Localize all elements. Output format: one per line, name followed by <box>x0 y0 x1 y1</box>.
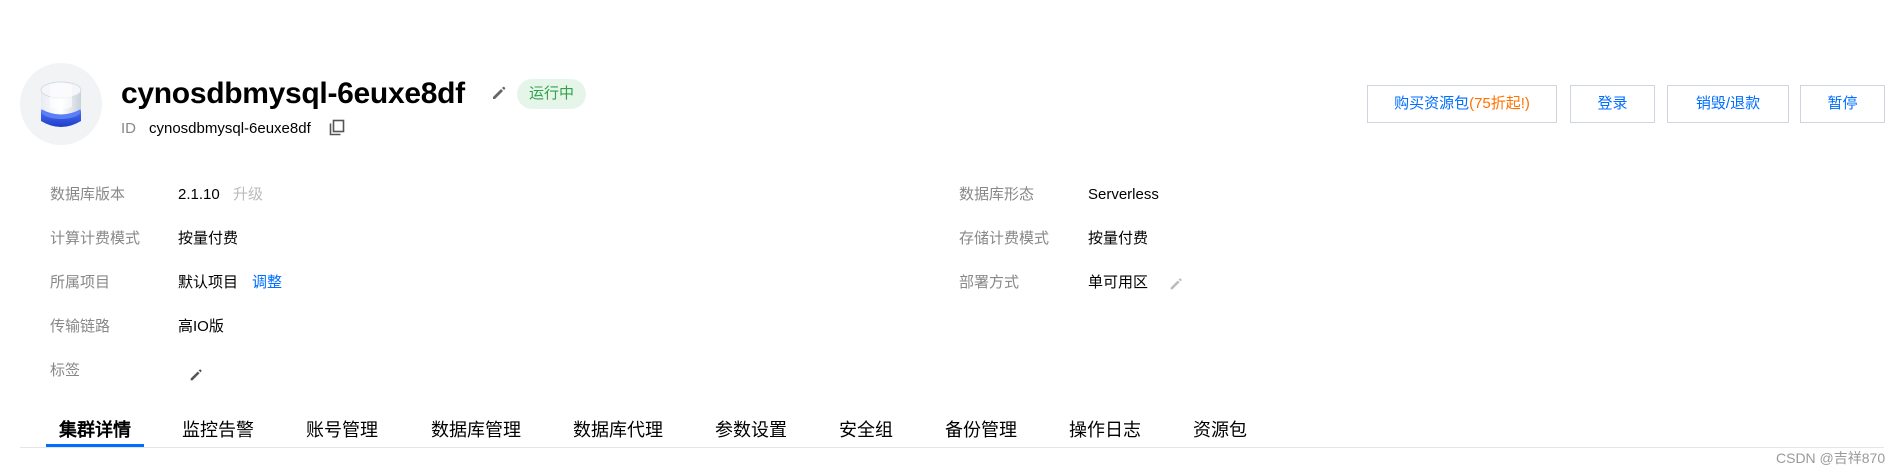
edit-name-icon[interactable] <box>490 84 508 102</box>
id-value: cynosdbmysql-6euxe8df <box>149 120 311 137</box>
tags-label: 标签 <box>50 362 81 379</box>
login-button[interactable]: 登录 <box>1570 85 1655 123</box>
db-version-label: 数据库版本 <box>50 186 126 203</box>
db-version-value: 2.1.10 <box>178 186 220 203</box>
watermark: CSDN @吉祥870 <box>1776 450 1886 466</box>
deploy-value: 单可用区 <box>1088 274 1149 291</box>
db-form-value: Serverless <box>1088 186 1159 203</box>
db-form-label: 数据库形态 <box>959 186 1035 203</box>
tab-operation-log[interactable]: 操作日志 <box>1069 418 1141 442</box>
transfer-link-value: 高IO版 <box>178 318 224 335</box>
compute-billing-label: 计算计费模式 <box>50 230 141 247</box>
tab-security-group[interactable]: 安全组 <box>839 418 893 442</box>
tabs-divider <box>20 447 1884 448</box>
pause-button[interactable]: 暂停 <box>1800 85 1885 123</box>
cluster-title: cynosdbmysql-6euxe8df <box>121 77 465 110</box>
project-label: 所属项目 <box>50 274 111 291</box>
tab-backup-management[interactable]: 备份管理 <box>945 418 1017 442</box>
tab-database-management[interactable]: 数据库管理 <box>431 418 521 442</box>
cluster-logo <box>20 63 102 145</box>
tab-resource-pack[interactable]: 资源包 <box>1193 418 1247 442</box>
project-value: 默认项目 <box>178 274 239 291</box>
promo-label: (75折起!) <box>1469 95 1530 112</box>
status-badge: 运行中 <box>517 79 587 109</box>
adjust-project-link[interactable]: 调整 <box>252 273 282 293</box>
tab-database-proxy[interactable]: 数据库代理 <box>573 418 663 442</box>
buy-label: 购买资源包 <box>1394 95 1470 112</box>
storage-billing-label: 存储计费模式 <box>959 230 1050 247</box>
buy-resource-pack-button[interactable]: 购买资源包(75折起!) <box>1367 85 1557 123</box>
transfer-link-label: 传输链路 <box>50 318 111 335</box>
edit-tags-icon[interactable] <box>188 367 204 383</box>
tab-monitoring-alerts[interactable]: 监控告警 <box>182 418 254 442</box>
upgrade-link[interactable]: 升级 <box>233 185 263 205</box>
compute-billing-value: 按量付费 <box>178 230 239 247</box>
database-icon <box>40 81 82 127</box>
edit-deploy-icon[interactable] <box>1168 276 1184 292</box>
storage-billing-value: 按量付费 <box>1088 230 1149 247</box>
id-label: ID <box>121 120 136 137</box>
tab-parameter-settings[interactable]: 参数设置 <box>715 418 787 442</box>
tab-cluster-details[interactable]: 集群详情 <box>59 418 131 442</box>
tab-account-management[interactable]: 账号管理 <box>306 418 378 442</box>
destroy-refund-button[interactable]: 销毁/退款 <box>1667 85 1789 123</box>
deploy-label: 部署方式 <box>959 274 1020 291</box>
copy-icon[interactable] <box>329 119 345 136</box>
